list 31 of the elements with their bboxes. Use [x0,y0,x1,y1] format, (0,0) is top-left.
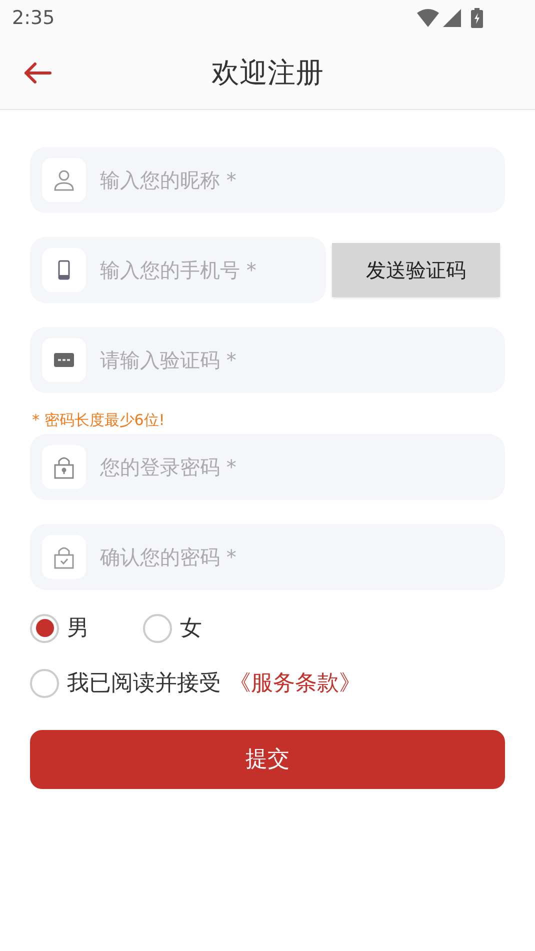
text-field[interactable]: 输入您的手机号 * [30,237,326,303]
radio-label[interactable]: 男 [67,612,89,644]
send-code-button[interactable]: 发送验证码 [332,243,500,297]
text-field[interactable]: 您的登录密码 * [30,434,505,500]
text-field[interactable]: 确认您的密码 * [30,524,505,590]
agreement-text: 我已阅读并接受 [67,670,221,698]
input-field[interactable]: 您的登录密码 * [100,452,505,482]
input-field[interactable]: 请输入验证码 * [100,345,505,375]
status-time: 2:35 [12,6,55,31]
lock-icon [42,444,86,488]
terms-link[interactable]: 《服务条款》 [229,666,361,700]
radio-button[interactable] [30,614,59,642]
input-field[interactable]: 输入您的昵称 * [100,165,505,195]
battery-icon [471,8,483,28]
text-field[interactable]: 输入您的昵称 * [30,147,505,213]
page-title: 欢迎注册 [212,54,324,90]
back-arrow-icon [22,61,52,85]
phone-icon [42,248,86,292]
person-icon [42,158,86,202]
input-field[interactable]: 输入您的手机号 * [100,255,326,285]
text-field[interactable]: 请输入验证码 * [30,327,505,393]
radio-button[interactable] [143,614,172,642]
input-field[interactable]: 确认您的密码 * [100,542,505,572]
agree-checkbox[interactable] [30,668,59,698]
signal-icon [443,9,461,27]
wifi-icon [417,9,439,27]
password-hint: * 密码长度最少6位! [32,410,166,431]
lock-check-icon [42,534,86,578]
submit-button[interactable]: 提交 [30,730,505,788]
radio-label[interactable]: 女 [180,612,202,644]
keypad-icon [42,338,86,382]
